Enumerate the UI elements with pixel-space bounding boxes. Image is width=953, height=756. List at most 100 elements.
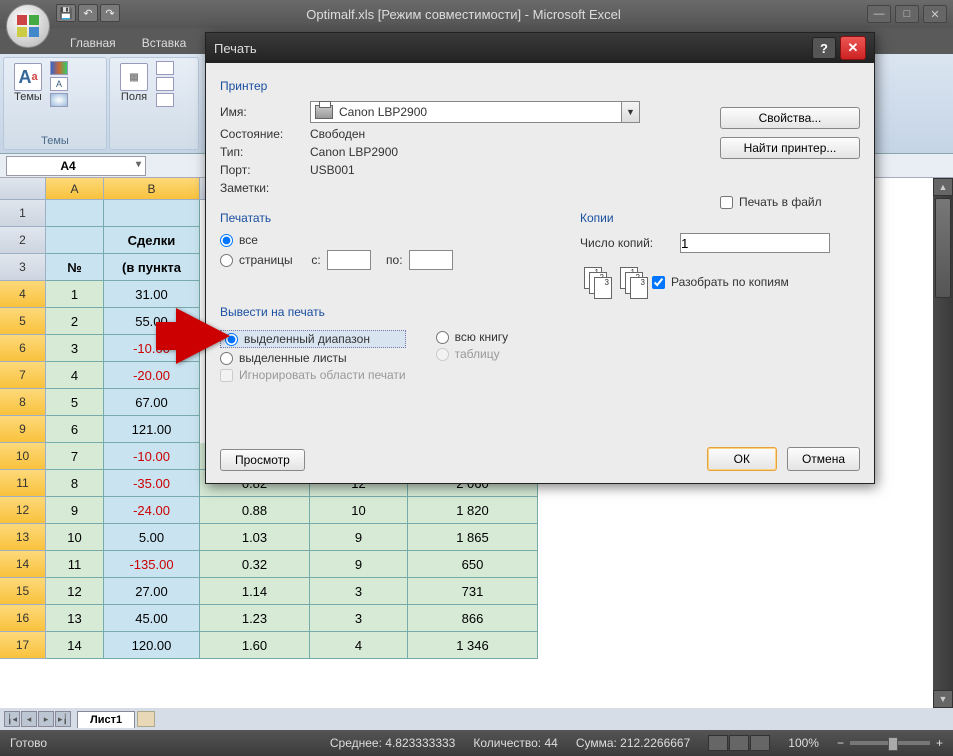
zoom-in-icon[interactable]: + xyxy=(936,736,943,750)
table-cell[interactable]: 121.00 xyxy=(104,416,200,443)
table-cell[interactable]: 650 xyxy=(408,551,538,578)
page-from-field[interactable] xyxy=(327,250,371,270)
table-cell[interactable]: -35.00 xyxy=(104,470,200,497)
collate-checkbox[interactable] xyxy=(652,276,665,289)
view-layout-icon[interactable] xyxy=(729,735,749,751)
table-cell[interactable]: 7 xyxy=(46,443,104,470)
table-cell[interactable]: 3 xyxy=(310,605,408,632)
dialog-help-icon[interactable]: ? xyxy=(812,37,836,59)
copies-field[interactable] xyxy=(680,233,830,253)
orientation-icon[interactable] xyxy=(156,61,174,75)
table-cell[interactable]: -20.00 xyxy=(104,362,200,389)
table-cell[interactable]: 67.00 xyxy=(104,389,200,416)
page-to-field[interactable] xyxy=(409,250,453,270)
table-cell[interactable]: 1 xyxy=(46,281,104,308)
name-box[interactable]: A4 xyxy=(6,156,146,176)
row-header[interactable]: 5 xyxy=(0,308,46,335)
radio-all[interactable] xyxy=(220,234,233,247)
find-printer-button[interactable]: Найти принтер... xyxy=(720,137,860,159)
row-header[interactable]: 12 xyxy=(0,497,46,524)
size-icon[interactable] xyxy=(156,77,174,91)
theme-colors-icon[interactable] xyxy=(50,61,68,75)
table-cell[interactable]: 0.32 xyxy=(200,551,310,578)
tab-nav-next-icon[interactable]: ▸ xyxy=(38,711,54,727)
chevron-down-icon[interactable]: ▼ xyxy=(621,102,639,122)
sheet-tab-1[interactable]: Лист1 xyxy=(77,711,135,728)
table-cell[interactable]: 9 xyxy=(310,551,408,578)
tab-home[interactable]: Главная xyxy=(58,32,128,54)
row-header[interactable]: 14 xyxy=(0,551,46,578)
theme-effects-icon[interactable] xyxy=(50,93,68,107)
tab-nav-first-icon[interactable]: ╽◂ xyxy=(4,711,20,727)
table-cell[interactable]: 5 xyxy=(46,389,104,416)
table-cell[interactable]: 1.60 xyxy=(200,632,310,659)
table-cell[interactable]: 10 xyxy=(310,497,408,524)
close-button[interactable]: ✕ xyxy=(923,5,947,23)
view-pagebreak-icon[interactable] xyxy=(750,735,770,751)
table-cell[interactable]: 6 xyxy=(46,416,104,443)
table-cell[interactable]: 12 xyxy=(46,578,104,605)
zoom-slider[interactable] xyxy=(850,741,930,745)
table-cell[interactable]: 1.14 xyxy=(200,578,310,605)
qat-undo-icon[interactable]: ↶ xyxy=(78,4,98,22)
zoom-out-icon[interactable]: − xyxy=(837,736,844,750)
table-cell[interactable]: 4 xyxy=(46,362,104,389)
col-header-b[interactable]: B xyxy=(104,178,200,200)
row-header[interactable]: 8 xyxy=(0,389,46,416)
tab-insert[interactable]: Вставка xyxy=(130,32,199,54)
dialog-close-icon[interactable]: ✕ xyxy=(840,36,866,60)
table-cell[interactable]: -135.00 xyxy=(104,551,200,578)
tab-nav-last-icon[interactable]: ▸╽ xyxy=(55,711,71,727)
row-header[interactable]: 10 xyxy=(0,443,46,470)
table-cell[interactable]: 3 xyxy=(46,335,104,362)
tab-nav-prev-icon[interactable]: ◂ xyxy=(21,711,37,727)
zoom-level[interactable]: 100% xyxy=(788,736,819,750)
table-cell[interactable]: 9 xyxy=(46,497,104,524)
table-cell[interactable]: 1 820 xyxy=(408,497,538,524)
cancel-button[interactable]: Отмена xyxy=(787,447,860,471)
view-normal-icon[interactable] xyxy=(708,735,728,751)
table-cell[interactable]: 1.03 xyxy=(200,524,310,551)
scroll-up-icon[interactable]: ▲ xyxy=(933,178,953,196)
row-header[interactable]: 13 xyxy=(0,524,46,551)
radio-pages[interactable] xyxy=(220,254,233,267)
margins-button[interactable]: ▦ Поля xyxy=(116,61,152,105)
cell-header-sdelki[interactable]: Сделки xyxy=(104,227,200,254)
table-cell[interactable]: 2 xyxy=(46,308,104,335)
qat-save-icon[interactable]: 💾 xyxy=(56,4,76,22)
theme-fonts-icon[interactable]: A xyxy=(50,77,68,91)
row-header[interactable]: 4 xyxy=(0,281,46,308)
table-cell[interactable]: 8 xyxy=(46,470,104,497)
cell-header-no[interactable]: № xyxy=(46,254,104,281)
new-sheet-icon[interactable] xyxy=(137,711,155,727)
row-header[interactable]: 16 xyxy=(0,605,46,632)
table-cell[interactable]: 4 xyxy=(310,632,408,659)
table-cell[interactable]: 31.00 xyxy=(104,281,200,308)
table-cell[interactable]: 731 xyxy=(408,578,538,605)
scroll-down-icon[interactable]: ▼ xyxy=(933,690,953,708)
scroll-thumb[interactable] xyxy=(935,198,951,298)
table-cell[interactable]: 5.00 xyxy=(104,524,200,551)
table-cell[interactable]: -10.00 xyxy=(104,443,200,470)
select-all-corner[interactable] xyxy=(0,178,46,200)
row-header[interactable]: 17 xyxy=(0,632,46,659)
themes-button[interactable]: Aa Темы xyxy=(10,61,46,105)
office-button[interactable] xyxy=(6,4,50,48)
table-cell[interactable]: 27.00 xyxy=(104,578,200,605)
vertical-scrollbar[interactable]: ▲ ▼ xyxy=(933,178,953,708)
table-cell[interactable]: 3 xyxy=(310,578,408,605)
printer-combo[interactable]: Canon LBP2900 ▼ xyxy=(310,101,640,123)
ok-button[interactable]: ОК xyxy=(707,447,777,471)
print-area-icon[interactable] xyxy=(156,93,174,107)
table-cell[interactable]: 9 xyxy=(310,524,408,551)
col-header-a[interactable]: A xyxy=(46,178,104,200)
table-cell[interactable]: 1.23 xyxy=(200,605,310,632)
table-cell[interactable]: 120.00 xyxy=(104,632,200,659)
row-header[interactable]: 15 xyxy=(0,578,46,605)
row-header[interactable]: 11 xyxy=(0,470,46,497)
row-header[interactable]: 9 xyxy=(0,416,46,443)
row-header[interactable]: 7 xyxy=(0,362,46,389)
table-cell[interactable]: -24.00 xyxy=(104,497,200,524)
table-cell[interactable]: 45.00 xyxy=(104,605,200,632)
preview-button[interactable]: Просмотр xyxy=(220,449,305,471)
